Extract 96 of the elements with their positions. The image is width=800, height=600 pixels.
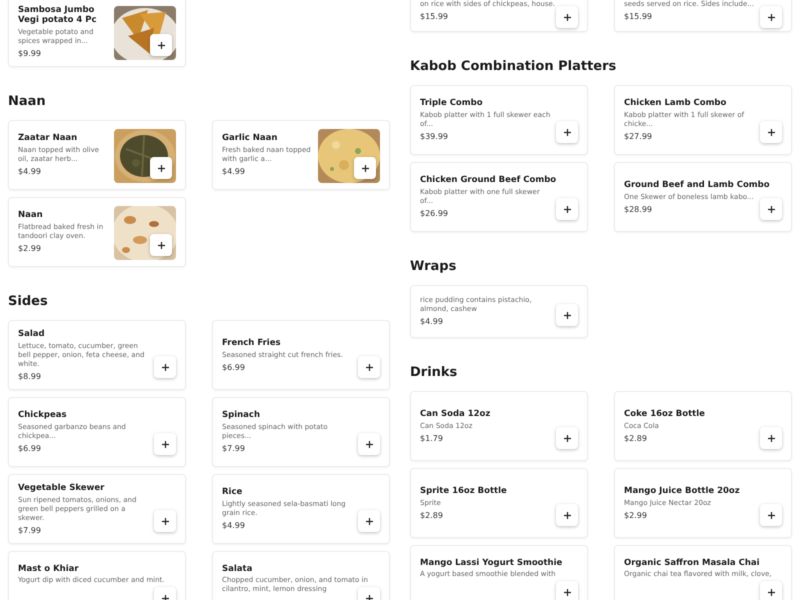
add-button[interactable] <box>154 510 176 532</box>
item-title: Naan <box>18 210 43 220</box>
add-button[interactable] <box>150 34 172 56</box>
add-button[interactable] <box>154 433 176 455</box>
add-button[interactable] <box>556 6 578 28</box>
plus-icon <box>768 14 774 20</box>
add-button[interactable] <box>354 157 376 179</box>
item-title: Triple Combo <box>420 98 483 108</box>
section-heading: Kabob Combination Platters <box>410 58 618 76</box>
item-price: $6.99 <box>18 444 41 454</box>
section-heading: Sides <box>8 293 49 311</box>
plus-icon <box>564 434 570 442</box>
plus-icon <box>366 440 372 448</box>
add-button[interactable] <box>154 356 176 378</box>
item-title: Coke 16oz Bottle <box>624 408 705 418</box>
item-title: Garlic Naan <box>222 133 278 143</box>
item-title: Vegetable Skewer <box>18 482 104 492</box>
plus-icon <box>768 434 774 442</box>
item-title: Chicken Ground Beef Combo <box>420 175 556 185</box>
item-title: Zaatar Naan <box>18 133 78 143</box>
item-price: $7.99 <box>18 526 41 536</box>
section-heading: Wraps <box>410 258 458 276</box>
add-button[interactable] <box>150 157 172 179</box>
item-price: $15.99 <box>420 12 448 22</box>
add-button[interactable] <box>150 234 172 256</box>
add-button[interactable] <box>760 198 782 220</box>
item-price: $4.99 <box>222 521 245 531</box>
add-button[interactable] <box>760 6 782 28</box>
plus-icon <box>564 206 570 212</box>
add-button[interactable] <box>556 304 578 326</box>
plus-icon <box>162 440 168 448</box>
add-button[interactable] <box>556 198 578 220</box>
add-button[interactable] <box>556 581 578 600</box>
plus-icon <box>366 594 372 600</box>
plus-icon <box>564 128 570 136</box>
item-title: Salata <box>222 564 252 574</box>
item-price: $26.99 <box>420 209 448 219</box>
section-heading: Drinks <box>410 364 458 382</box>
item-title: Spinach <box>222 410 260 420</box>
plus-icon <box>564 512 570 518</box>
plus-icon <box>564 312 570 318</box>
add-button[interactable] <box>760 427 782 449</box>
item-price: $1.79 <box>420 434 443 444</box>
item-price: $2.89 <box>420 510 443 520</box>
item-price: $4.99 <box>18 167 41 177</box>
plus-icon <box>564 588 570 596</box>
add-button[interactable] <box>556 427 578 449</box>
plus-icon <box>768 128 774 136</box>
plus-icon <box>162 364 168 370</box>
item-price: $8.99 <box>18 372 41 382</box>
plus-icon <box>362 164 368 172</box>
add-button[interactable] <box>760 121 782 143</box>
plus-icon <box>158 242 164 248</box>
add-button[interactable] <box>358 510 380 532</box>
add-button[interactable] <box>760 504 782 526</box>
item-title: Chickpeas <box>18 410 67 420</box>
plus-icon <box>564 14 570 20</box>
item-title: Can Soda 12oz <box>420 408 490 418</box>
plus-icon <box>162 594 168 600</box>
item-price: $2.99 <box>624 510 647 520</box>
item-price: $7.99 <box>222 444 245 454</box>
plus-icon <box>162 518 168 524</box>
add-button[interactable] <box>358 356 380 378</box>
item-title: Mango Juice Bottle 20oz <box>624 486 740 496</box>
item-title: Mast o Khiar <box>18 564 79 574</box>
add-button[interactable] <box>556 504 578 526</box>
item-title: Organic Saffron Masala Chai <box>624 558 760 568</box>
add-button[interactable] <box>760 581 782 600</box>
item-title: Salad <box>18 328 45 338</box>
plus-icon <box>768 206 774 212</box>
plus-icon <box>768 588 774 596</box>
item-price: $4.99 <box>222 167 245 177</box>
item-price: $39.99 <box>420 132 448 142</box>
item-price: $4.99 <box>420 317 443 327</box>
add-button[interactable] <box>358 433 380 455</box>
item-price: $27.99 <box>624 132 652 142</box>
item-title: French Fries <box>222 338 281 348</box>
item-price: $28.99 <box>624 204 652 214</box>
plus-icon <box>366 518 372 524</box>
item-price: $9.99 <box>18 49 41 59</box>
item-title: Sprite 16oz Bottle <box>420 486 507 496</box>
plus-icon <box>158 164 164 172</box>
item-title: Sambosa Jumbo Vegi potato 4 Pc <box>18 5 98 25</box>
item-price: $2.89 <box>624 434 647 444</box>
item-title: Ground Beef and Lamb Combo <box>624 180 770 190</box>
item-price: $15.99 <box>624 12 652 22</box>
plus-icon <box>768 512 774 518</box>
add-button[interactable] <box>556 121 578 143</box>
item-title: Mango Lassi Yogurt Smoothie <box>420 558 562 568</box>
item-title: Rice <box>222 487 242 497</box>
section-heading: Naan <box>8 93 47 111</box>
plus-icon <box>366 364 372 370</box>
item-title: Chicken Lamb Combo <box>624 98 726 108</box>
item-price: $2.99 <box>18 244 41 254</box>
item-price: $6.99 <box>222 362 245 372</box>
plus-icon <box>158 42 164 48</box>
